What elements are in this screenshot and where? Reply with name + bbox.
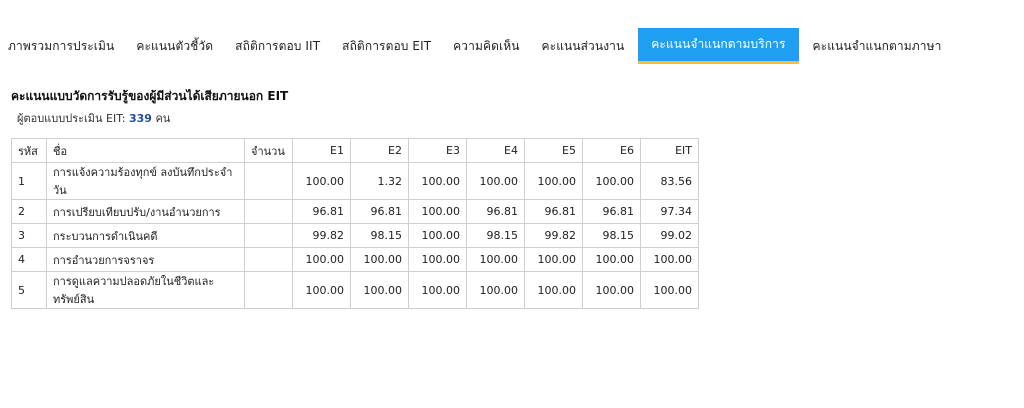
cell-score: 100.00 [350,247,409,272]
cell-quantity [244,199,293,224]
column-header: E2 [350,138,409,163]
cell-code: 3 [11,223,47,248]
cell-score: 98.15 [582,223,641,248]
respondents-count: 339 [128,112,152,125]
table-row: 2 การเปรียบเทียบปรับ/งานอำนวยการ 96.81 96.8… [11,199,699,224]
tab-2[interactable]: คะแนนตัวชี้วัด [125,28,224,64]
respondents-unit: คน [155,112,171,125]
cell-service-name: การแจ้งความร้องทุกข์ ลงบันทึกประจำวัน [46,162,245,200]
cell-service-name: การดูแลความปลอดภัยในชีวิตและทรัพย์สิน [46,271,245,309]
cell-score: 100.00 [292,247,351,272]
cell-score: 100.00 [640,247,699,272]
cell-code: 2 [11,199,47,224]
cell-quantity [244,223,293,248]
tab-4[interactable]: สถิติการตอบ EIT [331,28,442,64]
cell-score: 99.82 [292,223,351,248]
column-header: จำนวน [244,138,293,163]
cell-service-name: การเปรียบเทียบปรับ/งานอำนวยการ [46,199,245,224]
tab-bar: ภาพรวมการประเมิน คะแนนตัวชี้วัด สถิติการตอ… [0,28,1024,64]
cell-score: 100.00 [466,247,525,272]
column-header: E3 [408,138,467,163]
cell-score: 100.00 [408,199,467,224]
cell-score: 100.00 [466,162,525,200]
table-row: 1 การแจ้งความร้องทุกข์ ลงบันทึกประจำวัน 10… [11,162,699,200]
cell-score: 96.81 [524,199,583,224]
cell-score: 96.81 [466,199,525,224]
tab-8[interactable]: คะแนนจำแนกตามภาษา [802,28,953,64]
column-header: E4 [466,138,525,163]
cell-service-name: การอำนวยการจราจร [46,247,245,272]
table-row: 4 การอำนวยการจราจร 100.00 100.00 100.00 100.0… [11,247,699,272]
table-row: 5 การดูแลความปลอดภัยในชีวิตและทรัพย์สิน 10… [11,271,699,309]
cell-score: 96.81 [582,199,641,224]
cell-score: 100.00 [582,271,641,309]
cell-score: 100.00 [408,162,467,200]
respondents-label: ผู้ตอบแบบประเมิน EIT: [17,112,126,125]
cell-score: 96.81 [350,199,409,224]
cell-score: 96.81 [292,199,351,224]
column-header: รหัส [11,138,47,163]
column-header: E6 [582,138,641,163]
column-header: E1 [292,138,351,163]
cell-score: 100.00 [350,271,409,309]
cell-score: 99.02 [640,223,699,248]
cell-score: 83.56 [640,162,699,200]
cell-score: 100.00 [292,162,351,200]
cell-quantity [244,162,293,200]
cell-score: 98.15 [466,223,525,248]
cell-score: 100.00 [524,247,583,272]
column-header: ชื่อ [46,138,245,163]
tab-5[interactable]: ความคิดเห็น [442,28,530,64]
tab-3[interactable]: สถิติการตอบ IIT [224,28,331,64]
cell-score: 99.82 [524,223,583,248]
service-score-table: รหัส ชื่อ จำนวน E1 E2 E3 E4 E5 E6 EIT 1 การแจ้งควา… [11,138,699,309]
section-title: คะแนนแบบวัดการรับรู้ของผู้มีส่วนได้เสียภ… [11,89,289,103]
cell-code: 4 [11,247,47,272]
cell-score: 100.00 [408,223,467,248]
cell-quantity [244,247,293,272]
tab-7[interactable]: คะแนนจำแนกตามบริการ [638,28,799,64]
respondents-summary: ผู้ตอบแบบประเมิน EIT: 339 คน [17,109,170,127]
cell-score: 100.00 [408,271,467,309]
cell-quantity [244,271,293,309]
tab-1[interactable]: ภาพรวมการประเมิน [0,28,125,64]
cell-score: 100.00 [582,247,641,272]
tab-6[interactable]: คะแนนส่วนงาน [531,28,636,64]
cell-score: 100.00 [640,271,699,309]
cell-score: 100.00 [466,271,525,309]
cell-score: 98.15 [350,223,409,248]
cell-score: 100.00 [292,271,351,309]
table-row: 3 กระบวนการดำเนินคดี 99.82 98.15 100.00 98.15… [11,223,699,248]
cell-code: 1 [11,162,47,200]
cell-score: 100.00 [582,162,641,200]
cell-code: 5 [11,271,47,309]
cell-score: 100.00 [524,271,583,309]
cell-score: 100.00 [408,247,467,272]
cell-score: 1.32 [350,162,409,200]
table-header-row: รหัส ชื่อ จำนวน E1 E2 E3 E4 E5 E6 EIT [11,138,699,163]
column-header: E5 [524,138,583,163]
cell-score: 100.00 [524,162,583,200]
column-header: EIT [640,138,699,163]
cell-service-name: กระบวนการดำเนินคดี [46,223,245,248]
cell-score: 97.34 [640,199,699,224]
